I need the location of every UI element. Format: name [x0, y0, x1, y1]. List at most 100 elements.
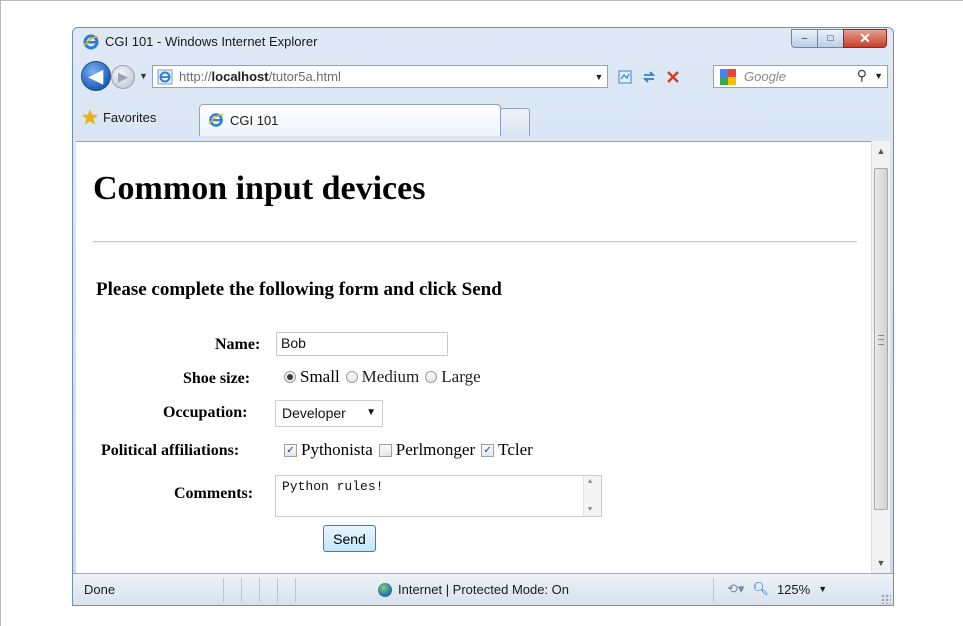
browser-window: CGI 101 - Windows Internet Explorer – □ … — [72, 27, 894, 606]
political-affiliations-label: Political affiliations: — [101, 442, 240, 459]
affiliation-perlmonger[interactable]: Perlmonger — [378, 440, 475, 460]
maximize-button[interactable]: □ — [817, 29, 844, 48]
radio-medium[interactable] — [345, 371, 358, 383]
protected-mode-icon[interactable]: ⟲▾ — [727, 581, 744, 597]
checkbox-pythonista[interactable]: ✓ — [284, 443, 297, 457]
send-button[interactable]: Send — [323, 525, 376, 552]
status-divider — [277, 578, 278, 602]
navigation-bar: ◀ ▶ ▼ http://localhost/tutor5a.html ▼ Go… — [73, 58, 893, 94]
favorites-label: Favorites — [102, 110, 157, 125]
zoom-level[interactable]: 125% — [777, 582, 810, 597]
status-right-tools: ⟲▾ 🔍︎ 125% ▼ — [727, 581, 835, 597]
address-actions — [613, 65, 685, 88]
ie-logo-icon — [83, 34, 99, 50]
scroll-up-icon: ▲ — [588, 478, 593, 486]
checkbox-perlmonger[interactable] — [378, 443, 392, 457]
shoe-size-group: Small Medium Large — [284, 367, 487, 387]
minimize-button[interactable]: – — [791, 29, 818, 48]
textarea-scrollbar[interactable]: ▲ ▼ — [583, 476, 601, 516]
affiliation-pythonista[interactable]: ✓ Pythonista — [284, 440, 373, 460]
affiliations-group: ✓ Pythonista Perlmonger ✓ Tcler — [284, 440, 539, 460]
recent-pages-dropdown[interactable]: ▼ — [139, 71, 148, 81]
radio-small[interactable] — [284, 371, 296, 383]
scroll-up-arrow-icon[interactable]: ▲ — [872, 141, 890, 161]
refresh-button[interactable] — [637, 66, 661, 88]
stop-icon — [667, 70, 679, 83]
shoe-size-option-medium[interactable]: Medium — [345, 367, 420, 387]
shoe-size-medium-label: Medium — [361, 367, 420, 386]
refresh-icon — [642, 70, 656, 83]
page-heading: Common input devices — [93, 170, 426, 207]
google-logo-icon — [720, 69, 736, 85]
name-label: Name: — [215, 336, 261, 353]
window-title: CGI 101 - Windows Internet Explorer — [105, 34, 318, 49]
occupation-label: Occupation: — [163, 404, 248, 421]
zoom-icon[interactable]: 🔍︎ — [752, 581, 769, 597]
tab-ie-icon — [208, 113, 224, 127]
page-scrollbar[interactable]: ▲ ▼ — [871, 141, 890, 573]
title-bar[interactable]: CGI 101 - Windows Internet Explorer – □ … — [73, 28, 893, 56]
tab-cgi-101[interactable]: CGI 101 — [199, 104, 501, 136]
search-icon[interactable]: ⚲ — [857, 67, 867, 84]
globe-icon — [378, 582, 392, 597]
name-field[interactable]: Bob — [276, 332, 448, 356]
comments-label: Comments: — [174, 485, 254, 502]
scrollbar-thumb[interactable] — [874, 168, 888, 510]
shoe-size-large-label: Large — [441, 367, 481, 386]
address-dropdown-icon[interactable]: ▼ — [590, 66, 608, 87]
shoe-size-option-large[interactable]: Large — [425, 367, 481, 387]
status-text: Done — [84, 582, 116, 597]
scroll-down-icon: ▼ — [588, 506, 593, 514]
search-options-dropdown-icon[interactable]: ▼ — [874, 71, 883, 81]
security-zone[interactable]: Internet | Protected Mode: On — [378, 582, 569, 597]
new-tab-button[interactable] — [500, 108, 530, 136]
window-controls: – □ ✕ — [791, 29, 887, 49]
favorites-button[interactable]: ★ Favorites — [81, 105, 156, 130]
page-ie-icon — [157, 69, 173, 85]
search-box[interactable]: Google ⚲ ▼ — [713, 65, 888, 88]
radio-large[interactable] — [425, 371, 438, 383]
back-button[interactable]: ◀ — [81, 61, 111, 91]
form-instructions: Please complete the following form and c… — [96, 279, 502, 300]
checkbox-tcler[interactable]: ✓ — [481, 443, 495, 457]
shoe-size-small-label: Small — [300, 367, 340, 386]
resize-grip-icon[interactable] — [881, 594, 891, 604]
comments-text: Python rules! — [282, 479, 384, 494]
affiliation-tcler[interactable]: ✓ Tcler — [481, 440, 533, 460]
tcler-label: Tcler — [498, 440, 533, 459]
favorites-star-icon: ★ — [81, 107, 99, 129]
status-divider — [295, 578, 296, 602]
close-button[interactable]: ✕ — [843, 29, 887, 48]
status-divider — [713, 578, 714, 602]
scroll-down-arrow-icon[interactable]: ▼ — [872, 553, 890, 573]
shoe-size-option-small[interactable]: Small — [284, 367, 340, 387]
zoom-dropdown-icon[interactable]: ▼ — [818, 584, 827, 594]
page-content: Common input devices Please complete the… — [76, 141, 871, 574]
minimize-icon: – — [801, 33, 808, 44]
comments-textarea[interactable]: Python rules! ▲ ▼ — [275, 475, 602, 517]
maximize-icon: □ — [827, 33, 834, 44]
stop-button[interactable] — [661, 66, 685, 88]
compatibility-view-button[interactable] — [613, 66, 637, 88]
tab-label: CGI 101 — [230, 113, 279, 128]
status-divider — [259, 578, 260, 602]
horizontal-rule — [93, 241, 857, 243]
occupation-value: Developer — [282, 405, 346, 421]
pythonista-label: Pythonista — [301, 440, 373, 459]
forward-arrow-icon: ▶ — [118, 69, 128, 84]
address-bar[interactable]: http://localhost/tutor5a.html ▼ — [152, 65, 608, 88]
scrollbar-grip-icon — [878, 335, 884, 345]
close-icon: ✕ — [859, 30, 871, 46]
tab-bar: ★ Favorites CGI 101 — [73, 100, 893, 136]
chevron-down-icon: ▼ — [366, 407, 376, 418]
page-border-left — [0, 0, 1, 626]
status-divider — [223, 578, 224, 602]
forward-button[interactable]: ▶ — [111, 65, 135, 89]
status-divider — [241, 578, 242, 602]
shoe-size-label: Shoe size: — [183, 370, 251, 387]
back-arrow-icon: ◀ — [89, 65, 103, 86]
status-bar: Done Internet | Protected Mode: On ⟲▾ 🔍︎… — [73, 573, 893, 605]
occupation-select[interactable]: Developer ▼ — [275, 400, 383, 427]
search-placeholder: Google — [744, 69, 786, 84]
compatibility-view-icon — [618, 70, 632, 83]
